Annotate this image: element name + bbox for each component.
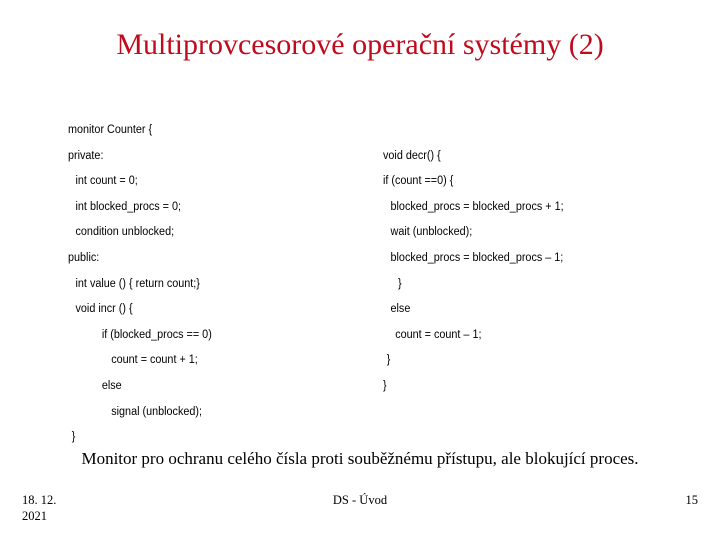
code-right-line: } xyxy=(386,354,391,367)
footer-date-line1: 18. 12. xyxy=(22,493,57,507)
slide-caption: Monitor pro ochranu celého čísla proti s… xyxy=(81,449,639,468)
code-column-right: void decr() { if (count ==0) { blocked_pro… xyxy=(383,118,703,400)
code-left-line: else xyxy=(101,379,122,392)
code-right-line: } xyxy=(383,379,387,392)
code-left-line: void incr () { xyxy=(75,303,133,316)
code-right-line: else xyxy=(390,303,411,316)
code-right-line: wait (unblocked); xyxy=(390,226,473,239)
code-listing: monitor Counter { private: int count = 0; i… xyxy=(0,118,720,443)
footer-date: 18. 12. 2021 xyxy=(22,492,56,524)
code-right-line: if (count ==0) { xyxy=(383,175,454,188)
footer-date-line2: 2021 xyxy=(22,509,47,523)
code-right-line: void decr() { xyxy=(383,149,441,162)
footer-center-text: DS - Úvod xyxy=(332,493,388,507)
footer-page-number: 15 xyxy=(685,493,699,507)
code-left-line: condition unblocked; xyxy=(75,226,175,239)
code-left-line: signal (unblocked); xyxy=(111,405,202,418)
code-left-line: private: xyxy=(68,149,104,162)
code-right-line: blocked_procs = blocked_procs – 1; xyxy=(390,251,564,264)
slide: Multiprovcesorové operační systémy (2) m… xyxy=(0,0,720,540)
code-left-line: int blocked_procs = 0; xyxy=(75,200,181,213)
code-column-left: monitor Counter { private: int count = 0; i… xyxy=(68,118,368,451)
code-left-line: public: xyxy=(68,251,100,264)
code-right-line: } xyxy=(398,277,402,290)
slide-footer: 18. 12. 2021 DS - Úvod 15 xyxy=(0,488,720,540)
code-right-line: blocked_procs = blocked_procs + 1; xyxy=(390,200,564,213)
code-left-line: } xyxy=(71,431,76,444)
code-left-line: int count = 0; xyxy=(75,175,138,188)
code-right-line: count = count – 1; xyxy=(395,328,482,341)
code-left-line: if (blocked_procs == 0) xyxy=(101,328,212,341)
code-left-line: count = count + 1; xyxy=(111,354,198,367)
page-title: Multiprovcesorové operační systémy (2) xyxy=(116,28,604,61)
code-left-line: int value () { return count;} xyxy=(75,277,200,290)
code-left-line: monitor Counter { xyxy=(68,124,153,136)
